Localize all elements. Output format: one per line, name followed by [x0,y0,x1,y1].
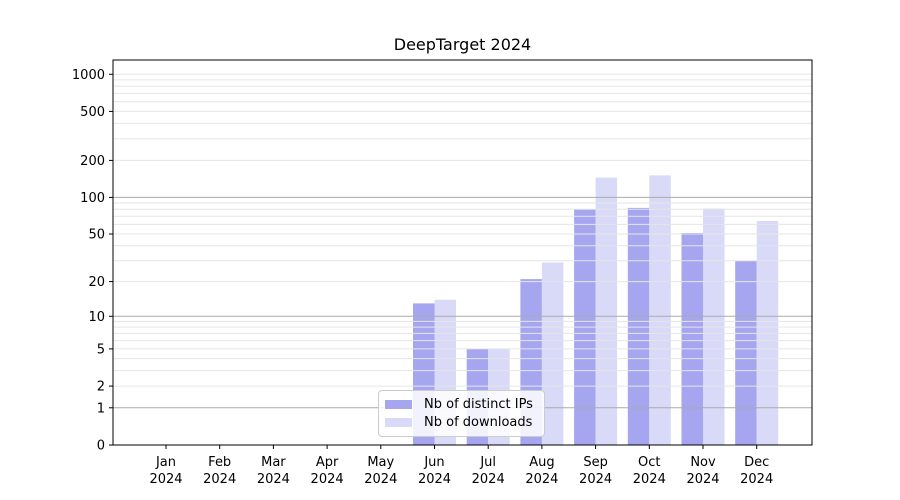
x-tick-label-mar-2024: Mar2024 [257,455,290,487]
y-tick-label-0: 0 [97,439,105,454]
x-tick-label-nov-2024: Nov2024 [686,455,719,487]
x-tick-label-oct-2024: Oct2024 [633,455,666,487]
x-tick-label-jul-2024: Jul2024 [472,455,505,487]
y-tick-label-5: 5 [97,342,105,357]
y-tick-label-500: 500 [80,105,105,120]
x-tick-label-jan-2024: Jan2024 [149,455,182,487]
legend: Nb of distinct IPs Nb of downloads [378,390,545,437]
y-tick-label-2: 2 [97,380,105,395]
legend-swatch-distinct-ips [385,400,412,409]
y-tick-label-20: 20 [88,275,105,290]
x-tick-label-jun-2024: Jun2024 [418,455,451,487]
legend-item-distinct-ips: Nb of distinct IPs [385,398,538,411]
x-tick-label-may-2024: May2024 [364,455,397,487]
bar-nb-of-downloads-sep-2024 [596,178,618,445]
y-tick-label-1: 1 [97,401,105,416]
x-tick-label-feb-2024: Feb2024 [203,455,236,487]
y-tick-label-200: 200 [80,154,105,169]
x-tick-label-apr-2024: Apr2024 [311,455,344,487]
chart-title: DeepTarget 2024 [113,35,812,54]
legend-item-downloads: Nb of downloads [385,416,538,429]
bar-nb-of-distinct-ips-dec-2024 [735,261,757,445]
bar-nb-of-downloads-aug-2024 [542,263,564,446]
y-tick-label-50: 50 [88,228,105,243]
legend-swatch-downloads [385,418,412,427]
y-tick-label-100: 100 [80,191,105,206]
y-tick-label-1000: 1000 [72,68,105,83]
legend-label-distinct-ips: Nb of distinct IPs [424,398,533,411]
chart-figure: 0 1 2 5 10 20 50 100 200 500 1000 Jan2024 Feb2024 Mar… [0,0,900,500]
bar-nb-of-distinct-ips-oct-2024 [628,208,650,445]
bar-nb-of-distinct-ips-nov-2024 [682,233,704,445]
y-tick-label-10: 10 [88,310,105,325]
x-tick-label-sep-2024: Sep2024 [579,455,612,487]
x-tick-label-dec-2024: Dec2024 [740,455,773,487]
legend-label-downloads: Nb of downloads [424,416,532,429]
x-tick-label-aug-2024: Aug2024 [525,455,558,487]
